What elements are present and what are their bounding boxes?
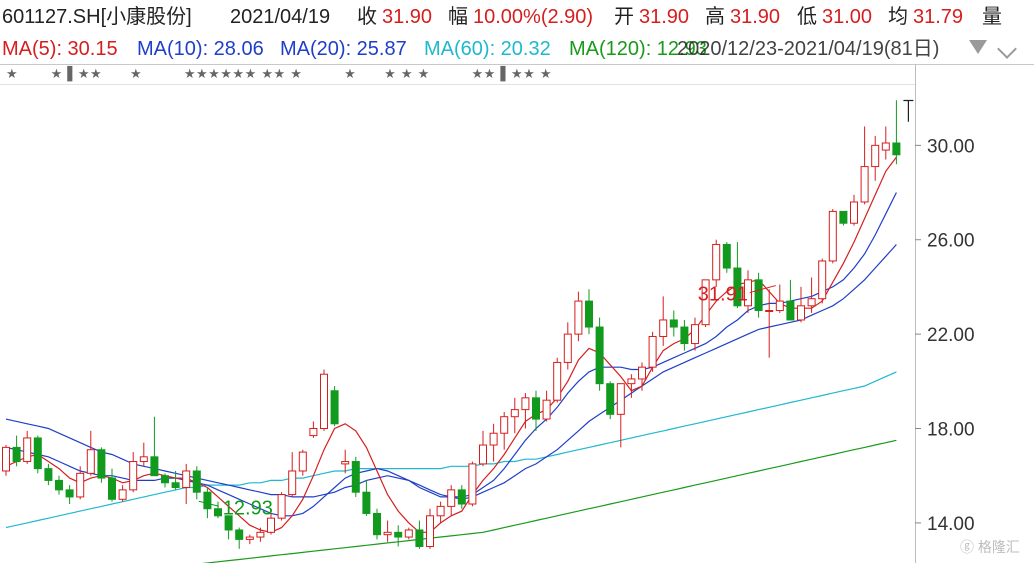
candle-body xyxy=(616,383,625,415)
candle-body xyxy=(627,378,636,385)
candle-body xyxy=(404,529,413,538)
limit-marker xyxy=(903,99,914,122)
y-tick-label: 30.00 xyxy=(927,136,975,157)
candle-body xyxy=(55,479,63,491)
candle-body xyxy=(818,260,827,300)
candle-body xyxy=(245,536,254,540)
candle-body xyxy=(436,505,445,517)
candle-body xyxy=(691,324,699,345)
candle-body xyxy=(489,432,498,446)
watermark-logo: ⓖ 格隆汇 xyxy=(960,539,1020,555)
candle-body xyxy=(574,300,583,335)
candle-body xyxy=(457,489,466,505)
ma10-line xyxy=(5,192,897,517)
candle-body xyxy=(267,517,275,533)
candle-body xyxy=(65,489,74,498)
event-stars-row: ★ ★ ▌★★ ★ ★★★★★★ ★★ ★ ★ ★ ★ ★ ★★ ▌★★ ★ xyxy=(6,65,552,82)
candle-body xyxy=(500,416,509,434)
kline-plot-area: 30.00 26.00 22.00 18.00 14.00 ★ ★ ▌★★ ★ ★★★★★… xyxy=(0,64,1034,563)
candle-body xyxy=(468,463,477,505)
y-tick-label: 14.00 xyxy=(927,514,975,535)
candle-body xyxy=(309,428,318,437)
candle-body xyxy=(648,335,657,368)
candle-body xyxy=(892,142,901,156)
candle-body xyxy=(171,482,180,488)
candle-body xyxy=(214,508,222,517)
candle-body xyxy=(203,491,212,510)
candle-body xyxy=(447,489,456,507)
candle-body xyxy=(606,383,615,415)
ma120-line xyxy=(202,439,897,563)
candle-body xyxy=(532,397,540,420)
candle-body xyxy=(235,529,244,540)
candle-body xyxy=(479,444,487,465)
candle-body xyxy=(2,446,10,472)
candle-body xyxy=(118,489,127,500)
candle-body xyxy=(373,512,381,536)
candle-body xyxy=(182,470,191,488)
candle-body xyxy=(553,361,562,401)
y-tick-label: 22.00 xyxy=(927,325,975,346)
candle-body xyxy=(765,310,774,313)
candle-body xyxy=(23,437,32,463)
candle-body xyxy=(563,333,572,363)
candle-body xyxy=(807,298,816,307)
y-tick-label: 18.00 xyxy=(927,420,975,441)
candle-body xyxy=(44,468,53,481)
candle-body xyxy=(638,366,646,380)
candle-body xyxy=(97,449,106,479)
candle-body xyxy=(362,491,371,514)
ma20-line xyxy=(5,244,897,500)
candle-body xyxy=(754,279,763,312)
candle-body xyxy=(351,461,360,493)
candle-body xyxy=(595,326,604,385)
candle-body xyxy=(521,397,530,411)
candle-body xyxy=(542,399,551,420)
candle-body xyxy=(150,456,159,477)
candle-body xyxy=(797,305,805,321)
candle-body xyxy=(192,470,201,493)
y-tick-label: 26.00 xyxy=(927,231,975,252)
candle-body xyxy=(108,477,116,500)
candle-body xyxy=(277,494,286,519)
candle-body xyxy=(426,515,434,547)
kline-chart-window: 601127.SH[小康股份] 2021/04/19 收 31.90 幅 10.… xyxy=(0,0,1034,563)
candle-body xyxy=(510,409,519,418)
candle-body xyxy=(850,201,858,224)
candle-body xyxy=(680,326,689,345)
candle-body xyxy=(129,461,138,491)
candle-body xyxy=(330,390,339,425)
candle-body xyxy=(161,475,169,484)
candle-body xyxy=(341,461,350,465)
candle-body xyxy=(659,319,668,337)
candle-body xyxy=(415,529,424,547)
low-annotation-label: 12.93 xyxy=(223,497,273,519)
high-annotation-label: 31.91 xyxy=(698,284,748,306)
candle-body xyxy=(881,142,890,151)
candle-body xyxy=(298,451,307,472)
candle-body xyxy=(383,531,392,536)
candle-body xyxy=(860,166,869,203)
candle-body xyxy=(394,531,403,538)
candle-body xyxy=(139,456,148,463)
candle-body xyxy=(288,470,297,496)
high-annotation-leader xyxy=(749,285,776,294)
candle-body xyxy=(12,446,21,463)
candle-body xyxy=(33,437,42,470)
candle-body xyxy=(256,531,265,538)
candle-body xyxy=(775,300,784,312)
candle-body xyxy=(828,210,837,262)
candle-body xyxy=(669,319,678,328)
candle-body xyxy=(712,243,721,281)
candle-body xyxy=(722,243,731,269)
candle-body xyxy=(320,373,328,430)
candle-body xyxy=(839,210,848,224)
candle-body xyxy=(786,300,795,321)
candle-body xyxy=(86,449,95,474)
candle-body xyxy=(76,472,85,498)
ma5-line xyxy=(5,156,897,533)
candle-body xyxy=(585,300,593,328)
candle-body xyxy=(871,144,880,168)
